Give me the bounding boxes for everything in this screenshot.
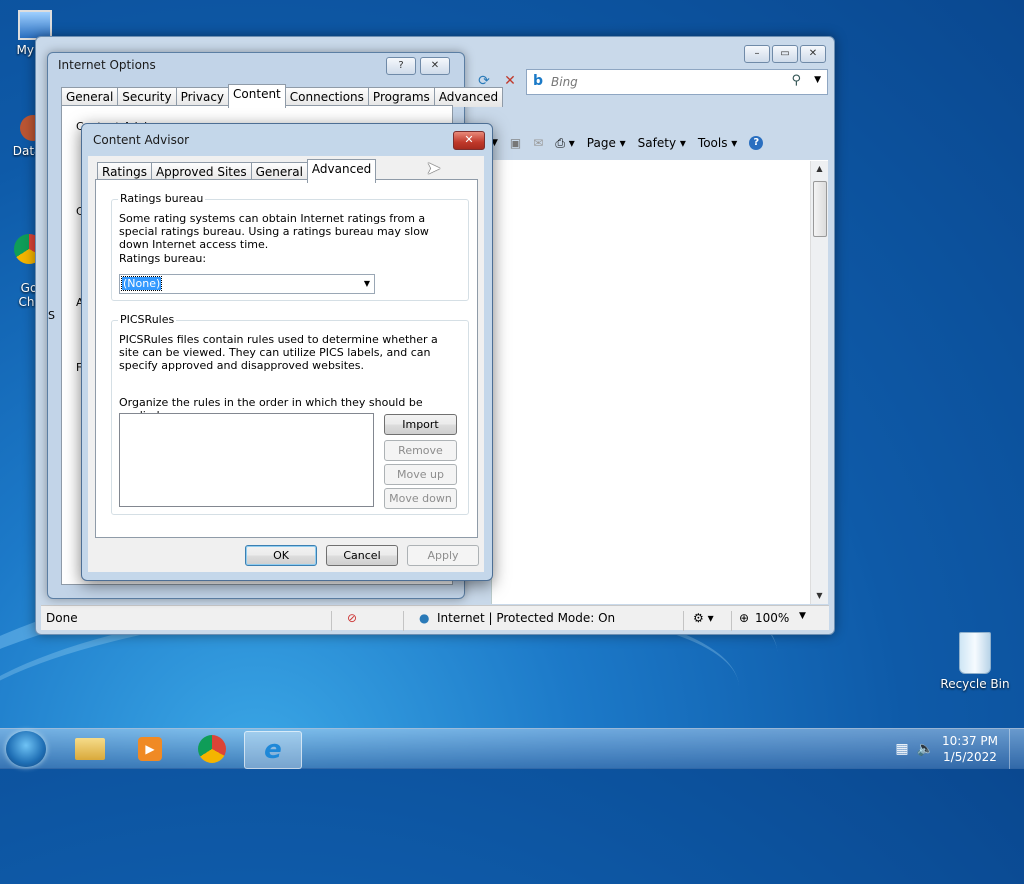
import-button[interactable]: Import	[384, 414, 457, 435]
tab-connections[interactable]: Connections	[284, 87, 369, 107]
start-button[interactable]	[6, 731, 46, 767]
search-icon[interactable]: ⚲	[791, 73, 801, 88]
network-icon[interactable]: ▦	[895, 741, 908, 757]
apply-button[interactable]: Apply	[407, 545, 479, 566]
scroll-up-icon[interactable]: ▲	[811, 161, 828, 177]
print-icon[interactable]: ⎙ ▾	[555, 136, 574, 151]
tab-content[interactable]: Content	[228, 84, 286, 108]
rss-feed-icon[interactable]: ▣	[510, 136, 521, 150]
ok-button[interactable]: OK	[245, 545, 317, 566]
scrollbar-thumb[interactable]	[813, 181, 827, 237]
command-bar: ▼ ▣ ✉ ⎙ ▾ Page ▾ Safety ▾ Tools ▾ ?	[491, 129, 827, 157]
tab-advanced[interactable]: Advanced	[433, 87, 504, 107]
tab-security[interactable]: Security	[117, 87, 177, 107]
chevron-down-icon[interactable]: ▼	[364, 279, 370, 288]
section-label: S	[48, 309, 55, 322]
volume-icon[interactable]: 🔈	[917, 741, 934, 757]
clock[interactable]: 10:37 PM 1/5/2022	[942, 733, 998, 765]
taskbar-explorer[interactable]	[62, 731, 118, 767]
status-bar: Done ⊘ ● Internet | Protected Mode: On ⚙…	[41, 605, 829, 631]
taskbar-media-player[interactable]: ▶	[122, 731, 178, 767]
move-up-button[interactable]: Move up	[384, 464, 457, 485]
protected-mode-icon[interactable]: ⚙ ▾	[693, 611, 714, 625]
dialog-title: Internet Options	[58, 58, 156, 72]
status-text: Done	[46, 611, 78, 625]
dialog-body: Ratings Approved Sites General Advanced …	[88, 156, 484, 572]
recycle-bin-icon	[959, 632, 991, 674]
system-tray: ▦ 🔈	[895, 741, 934, 757]
clock-date: 1/5/2022	[943, 750, 997, 764]
clock-time: 10:37 PM	[942, 734, 998, 748]
show-desktop-button[interactable]	[1009, 729, 1024, 769]
page-content-area[interactable]	[491, 160, 828, 604]
search-box[interactable]: b Bing ⚲ ▼	[526, 69, 828, 95]
close-button[interactable]: ✕	[800, 45, 826, 63]
maximize-button[interactable]: ▭	[772, 45, 798, 63]
blocked-icon[interactable]: ⊘	[347, 611, 357, 625]
caption-buttons: – ▭ ✕	[744, 45, 826, 63]
globe-icon: ●	[419, 611, 430, 625]
tools-menu[interactable]: Tools ▾	[698, 136, 737, 150]
ratings-bureau-label: Ratings bureau:	[119, 252, 207, 265]
tab-advanced[interactable]: Advanced	[306, 159, 377, 183]
scroll-down-icon[interactable]: ▼	[811, 588, 828, 604]
move-down-button[interactable]: Move down	[384, 488, 457, 509]
taskbar-chrome[interactable]	[184, 731, 240, 767]
vertical-scrollbar[interactable]: ▲ ▼	[810, 161, 828, 604]
chevron-down-icon[interactable]: ▼	[814, 75, 821, 85]
taskbar: ▶ e ▦ 🔈 10:37 PM 1/5/2022	[0, 728, 1024, 769]
mail-icon[interactable]: ✉	[533, 136, 543, 150]
picsrules-description: PICSRules files contain rules used to de…	[119, 333, 438, 372]
internet-explorer-icon: e	[264, 735, 282, 765]
minimize-button[interactable]: –	[744, 45, 770, 63]
help-icon[interactable]: ?	[749, 136, 764, 150]
bing-logo-icon: b	[533, 73, 544, 89]
media-player-icon: ▶	[138, 737, 162, 761]
group-label: Ratings bureau	[118, 192, 206, 205]
picsrules-list[interactable]	[119, 413, 374, 507]
page-menu[interactable]: Page ▾	[587, 136, 626, 150]
picsrules-group: PICSRules PICSRules files contain rules …	[111, 313, 469, 515]
ratings-bureau-group: Ratings bureau Some rating systems can o…	[111, 192, 469, 301]
desktop-icon-recycle-bin[interactable]: Recycle Bin	[940, 632, 1010, 691]
content-advisor-dialog[interactable]: Content Advisor ✕ Ratings Approved Sites…	[81, 123, 493, 581]
mouse-cursor-icon: ➤	[426, 158, 442, 179]
zoom-icon: ⊕	[739, 611, 750, 625]
zoom-level[interactable]: 100%	[755, 611, 789, 625]
desktop-icon-label: Recycle Bin	[940, 677, 1010, 691]
selected-value: (None)	[120, 276, 163, 291]
tab-programs[interactable]: Programs	[367, 87, 435, 107]
chevron-down-icon[interactable]: ▼	[799, 611, 806, 621]
chrome-icon	[198, 735, 226, 763]
tab-panel-advanced: Ratings bureau Some rating systems can o…	[95, 179, 478, 538]
remove-button[interactable]: Remove	[384, 440, 457, 461]
close-button[interactable]: ✕	[420, 57, 450, 75]
ratings-bureau-select[interactable]: (None) ▼	[119, 274, 375, 294]
safety-menu[interactable]: Safety ▾	[638, 136, 686, 150]
tab-privacy[interactable]: Privacy	[175, 87, 230, 107]
ratings-bureau-description: Some rating systems can obtain Internet …	[119, 212, 429, 251]
tab-general[interactable]: General	[61, 87, 119, 107]
search-input[interactable]: Bing	[551, 75, 578, 89]
close-button[interactable]: ✕	[453, 131, 485, 150]
security-zone[interactable]: Internet | Protected Mode: On	[437, 611, 615, 625]
help-button[interactable]: ?	[386, 57, 416, 75]
taskbar-internet-explorer[interactable]: e	[244, 731, 302, 769]
dialog-title: Content Advisor	[93, 133, 190, 147]
cancel-button[interactable]: Cancel	[326, 545, 398, 566]
group-label: PICSRules	[118, 313, 177, 326]
folder-icon	[75, 738, 105, 760]
